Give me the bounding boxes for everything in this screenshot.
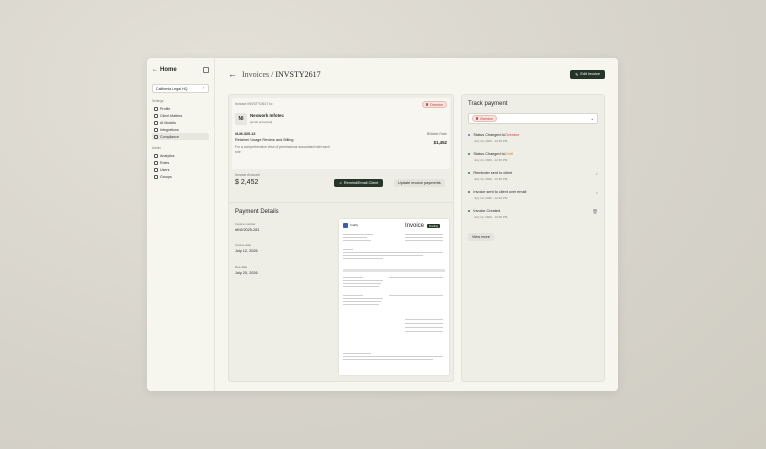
timeline-item: Status Changed to Draft July 14, 2026 - … — [468, 152, 598, 162]
item-title: Retainer Usage Review and Billing — [235, 138, 294, 142]
track-payment-card: Track payment Overdue ⌄ Status Changed t… — [461, 94, 605, 382]
settings-section-label: Settings — [152, 99, 164, 103]
payment-details-card: Payment Details Invoice number #INV2025-… — [228, 202, 454, 382]
sidebar-item-client-matters[interactable]: Client Matters — [152, 112, 209, 119]
timeline-item: Invoice Created July 12, 2026 - 10:28 PM… — [468, 209, 598, 219]
remind-client-button[interactable]: ♫ Remind/Email Client — [334, 179, 384, 187]
billable-rate-value: $1,452 — [433, 140, 447, 145]
page-title: ← Invoices / INVSTY2617 — [228, 69, 321, 79]
chart-icon — [154, 153, 158, 158]
timeline-item: Invoice sent to client over email July 1… — [468, 190, 598, 200]
sidebar-home-row: ← Home — [152, 64, 209, 76]
bell-icon: ♫ — [339, 181, 342, 185]
timeline-dot-icon — [468, 133, 471, 137]
status-select[interactable]: Overdue ⌄ — [468, 113, 598, 124]
pencil-icon: ✎ — [575, 72, 579, 77]
group-icon — [154, 174, 158, 179]
status-select-badge: Overdue — [472, 115, 497, 122]
item-id: #LM-320.12 — [235, 132, 256, 136]
client-avatar: NI — [235, 113, 247, 125]
home-link[interactable]: ← Home — [152, 67, 177, 73]
sidebar-item-roles[interactable]: Roles — [152, 159, 209, 166]
key-icon — [154, 160, 158, 165]
invoice-amount-label: Invoice Amount — [235, 173, 260, 177]
update-payments-button[interactable]: Update invoice payments — [394, 179, 445, 187]
briefcase-icon — [154, 113, 158, 118]
sidebar-item-integrations[interactable]: Integrations — [152, 126, 209, 133]
invoice-date-value: July 12, 2026 — [235, 249, 258, 253]
breadcrumb[interactable]: Invoices / — [242, 70, 273, 79]
due-date-label: Due date — [235, 265, 248, 269]
timeline-dot-icon — [468, 190, 471, 194]
shield-icon — [154, 134, 158, 139]
payment-details-title: Payment Details — [235, 209, 279, 215]
timeline-item: Reminder sent to client July 14, 2026 - … — [468, 171, 598, 181]
invoice-number-label: Invoice number — [235, 222, 256, 226]
sidebar-item-ai-models[interactable]: AI Models — [152, 119, 209, 126]
client-name: Nexwork Infotec — [250, 113, 284, 118]
back-arrow-icon: ← — [152, 67, 158, 73]
chip-icon — [154, 120, 158, 125]
invoice-detail-panel: Invoice INVSTY2617 to Overdue NI Nexwork… — [232, 98, 450, 169]
track-payment-title: Track payment — [468, 101, 508, 107]
view-more-button[interactable]: View more — [468, 233, 494, 241]
users-icon — [154, 167, 158, 172]
client-email: [email protected] — [250, 119, 273, 124]
app-window: ← Home California Legal HQ ⌃ Settings Pro… — [147, 58, 618, 391]
trash-icon[interactable]: 🗑 — [592, 209, 598, 219]
workspace-select[interactable]: California Legal HQ ⌃ — [152, 84, 209, 93]
sidebar-item-profile[interactable]: Profile — [152, 105, 209, 112]
timeline-dot-icon — [468, 209, 471, 213]
preview-brand: Craftly — [350, 223, 359, 227]
invoice-to-label: Invoice INVSTY2617 to — [235, 102, 273, 106]
preview-stamp: Pending — [427, 224, 440, 228]
invoice-preview[interactable]: Craftly Invoice Pending — [339, 219, 449, 375]
sidebar-item-users[interactable]: Users — [152, 166, 209, 173]
page-header: ← Invoices / INVSTY2617 ✎ Edit Invoice — [228, 68, 605, 80]
sidebar-item-analytics[interactable]: Analytics — [152, 152, 209, 159]
plug-icon — [154, 127, 158, 132]
admin-section-label: Admin — [152, 146, 162, 150]
timeline-dot-icon — [468, 171, 471, 175]
back-arrow-icon[interactable]: ← — [228, 69, 237, 79]
invoice-date-label: Invoice date — [235, 243, 252, 247]
preview-title: Invoice — [405, 223, 425, 229]
edit-invoice-button[interactable]: ✎ Edit Invoice — [570, 69, 605, 79]
sidebar-item-compliance[interactable]: Compliance — [152, 133, 209, 140]
timeline-dot-icon — [468, 152, 471, 156]
item-description: For a comprehensive view of permissions … — [235, 145, 330, 154]
status-dot-icon — [426, 103, 429, 106]
timeline-item: Status Changed to Overdue July 14, 2026 … — [468, 133, 598, 143]
invoice-id-title: INVSTY2617 — [275, 69, 321, 79]
status-dot-icon — [476, 117, 479, 120]
chevron-down-icon: ⌄ — [590, 116, 594, 121]
brand-logo-icon — [343, 223, 348, 228]
billable-rate-label: Billable Rate — [426, 132, 447, 136]
bell-icon[interactable]: ♪ — [596, 171, 598, 181]
bell-icon[interactable]: ♪ — [596, 190, 598, 200]
sidebar: ← Home California Legal HQ ⌃ Settings Pro… — [147, 58, 215, 391]
status-badge: Overdue — [422, 101, 447, 108]
collapse-sidebar-icon[interactable] — [203, 67, 209, 73]
chevron-updown-icon: ⌃ — [201, 86, 205, 91]
due-date-value: July 20, 2026 — [235, 271, 258, 275]
invoice-amount-value: $ 2,452 — [235, 179, 259, 186]
sidebar-item-groups[interactable]: Groups — [152, 173, 209, 180]
user-icon — [154, 106, 158, 111]
invoice-number-value: #INV2025-281 — [235, 228, 260, 232]
invoice-summary-card: Invoice INVSTY2617 to Overdue NI Nexwork… — [228, 94, 454, 208]
